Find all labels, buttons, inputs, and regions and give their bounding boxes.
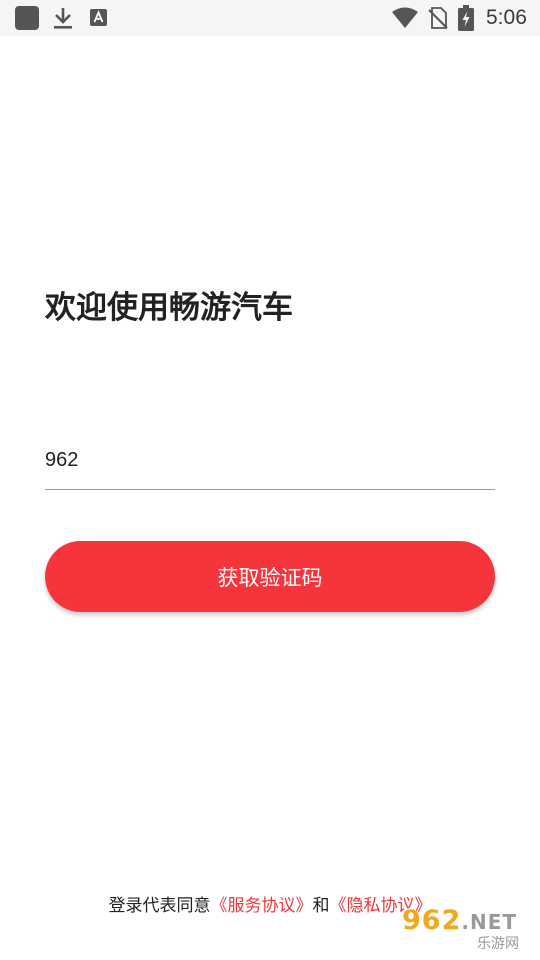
service-agreement-link[interactable]: 《服务协议》	[211, 896, 313, 916]
welcome-title: 欢迎使用畅游汽车	[45, 290, 293, 326]
get-verification-code-label: 获取验证码	[217, 565, 323, 590]
a-text-icon	[90, 9, 107, 26]
app-notification-icon	[15, 6, 39, 30]
watermark-number: 962	[402, 905, 462, 936]
watermark-logo: 962.NET 乐游网	[402, 906, 536, 958]
download-icon	[54, 8, 72, 29]
watermark-top: 962.NET	[402, 906, 517, 937]
status-time: 5:06	[486, 6, 527, 29]
phone-input[interactable]	[45, 432, 495, 490]
get-verification-code-button[interactable]: 获取验证码	[45, 541, 495, 612]
no-sim-icon	[428, 7, 448, 29]
agreement-conjunction: 和	[312, 896, 330, 916]
status-bar: 5:06	[0, 0, 540, 36]
battery-charging-icon	[458, 5, 474, 31]
wifi-icon	[392, 7, 418, 28]
agreement-prefix: 登录代表同意	[108, 896, 211, 916]
watermark-net: .NET	[461, 910, 518, 934]
watermark-bottom: 乐游网	[477, 936, 519, 952]
